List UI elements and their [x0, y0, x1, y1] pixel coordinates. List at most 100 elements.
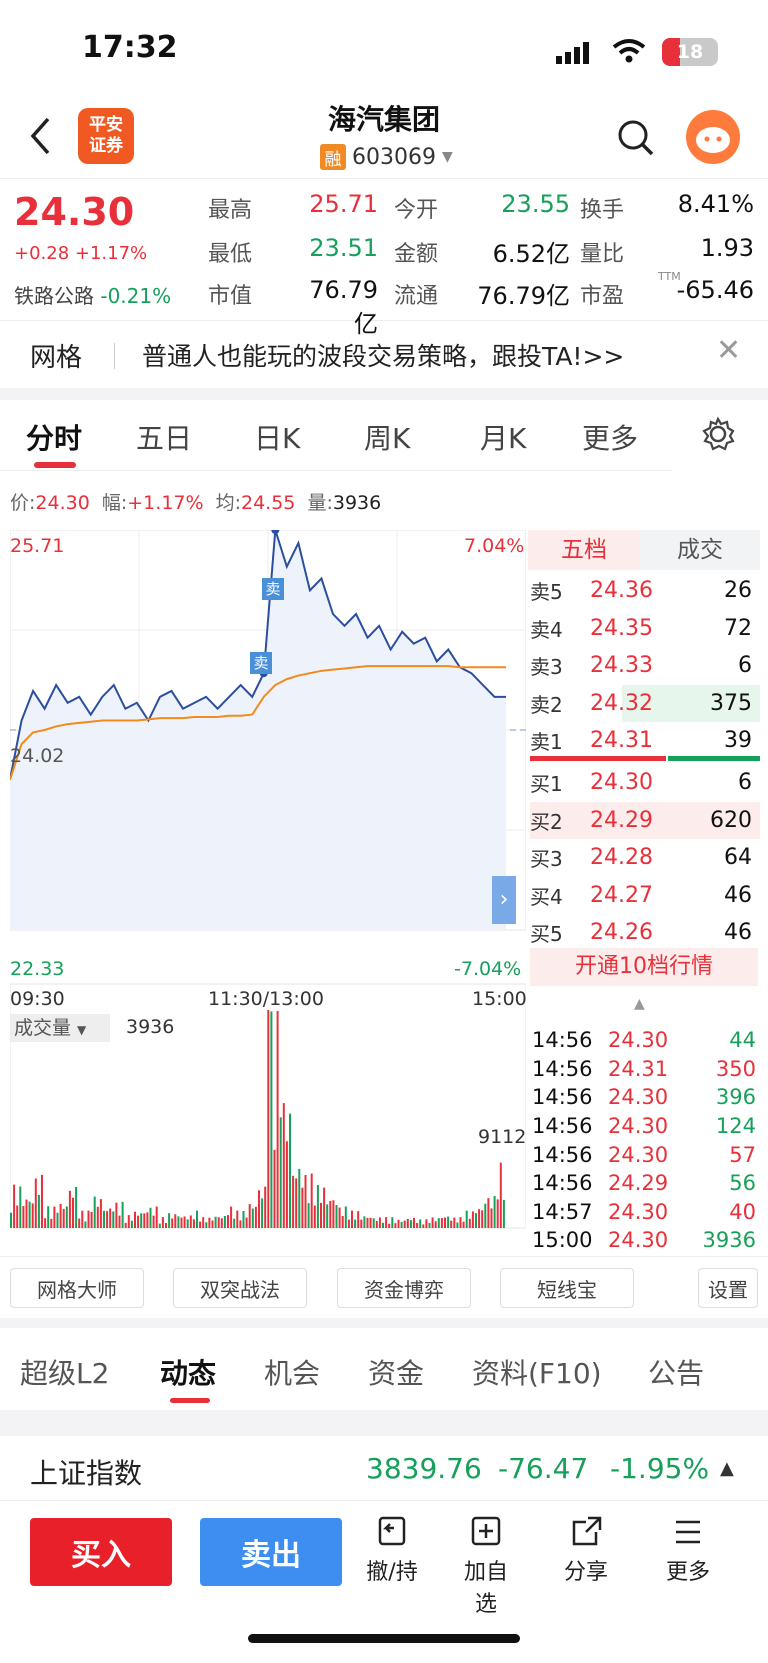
search-icon[interactable] [616, 118, 656, 158]
stat-label: 市盈 [580, 284, 625, 309]
tick-v: 57 [729, 1142, 756, 1167]
volume-bar [44, 1218, 47, 1228]
gear-icon[interactable] [700, 416, 736, 452]
orderbook-volume: 375 [710, 690, 752, 716]
tool-button-3[interactable]: 短线宝 [500, 1268, 634, 1308]
tab-1[interactable]: 五日 [136, 417, 192, 457]
sector-quote[interactable]: 铁路公路 -0.21% [14, 280, 171, 309]
orderbook-price: 24.30 [590, 770, 653, 795]
volume-bar [465, 1210, 468, 1228]
margin-badge: 融 [320, 144, 346, 170]
tool-button-2[interactable]: 资金博弈 [337, 1268, 471, 1308]
feature-tab-4[interactable]: 资料(F10) [472, 1352, 602, 1392]
orderbook-row[interactable]: 卖3 24.33 6 [530, 647, 760, 684]
tab-3[interactable]: 周K [364, 417, 410, 457]
volume-bar [409, 1220, 412, 1228]
orderbook-row[interactable]: 买2 24.29 620 [530, 801, 760, 839]
assistant-avatar[interactable] [686, 110, 740, 164]
volume-bar [295, 1178, 298, 1228]
volume-bar [363, 1216, 366, 1228]
volume-bar [481, 1210, 484, 1228]
volume-bar [19, 1186, 22, 1228]
volume-bar [81, 1210, 84, 1228]
volume-bar [118, 1215, 121, 1228]
index-ticker[interactable]: 上证指数 3839.76 -76.47 -1.95% ▲ [0, 1436, 768, 1500]
orderbook-row[interactable]: 卖1 24.31 39 [530, 722, 760, 759]
orderbook-row[interactable]: 买4 24.27 46 [530, 877, 760, 914]
bottom-action-label: 更多 [665, 1560, 710, 1585]
expand-chart-icon[interactable]: › [492, 876, 516, 924]
volume-bar [251, 1208, 254, 1228]
volume-bar [332, 1200, 335, 1228]
orderbook-row[interactable]: 卖2 24.32 375 [530, 684, 760, 722]
volume-bar [78, 1218, 81, 1228]
volume-bar [440, 1218, 443, 1228]
volume-bar [208, 1217, 211, 1228]
price-area [10, 530, 506, 930]
feature-tab-1[interactable]: 动态 [160, 1352, 216, 1392]
volume-selector[interactable]: 成交量 ▼ [10, 1014, 110, 1042]
intraday-chart[interactable] [10, 530, 526, 1260]
sell-marker[interactable]: 卖 [250, 652, 272, 674]
tab-trades[interactable]: 成交 [640, 530, 760, 570]
orderbook-row[interactable]: 买3 24.28 64 [530, 839, 760, 876]
orderbook-row[interactable]: 卖4 24.35 72 [530, 610, 760, 647]
tick-v: 396 [715, 1085, 756, 1110]
bottom-action-0[interactable]: 撤/持 [362, 1514, 422, 1586]
stock-code-selector[interactable]: 融 603069 ▼ [320, 144, 453, 170]
orderbook-price: 24.29 [590, 807, 653, 833]
tool-button-1[interactable]: 双突战法 [173, 1268, 307, 1308]
time-label-open: 09:30 [10, 988, 65, 1010]
sell-marker[interactable]: 卖 [262, 578, 284, 600]
index-value: 3839.76 [366, 1452, 482, 1485]
bottom-action-2[interactable]: 分享 [556, 1514, 616, 1586]
stat-value: 1.93 [700, 234, 754, 262]
volume-bar [236, 1210, 239, 1228]
volume-bar [106, 1211, 109, 1228]
tick-t: 14:56 [532, 1056, 593, 1081]
orderbook-price: 24.33 [590, 653, 653, 679]
more-icon [676, 1520, 700, 1544]
volume-bar [447, 1216, 450, 1228]
tab-4[interactable]: 月K [480, 417, 526, 457]
grid-promo-banner[interactable]: 网格 普通人也能玩的波段交易策略，跟投TA!>> ✕ [0, 320, 768, 388]
volume-bar [112, 1211, 115, 1228]
tool-button-4[interactable]: 设置 [698, 1268, 758, 1308]
tab-5[interactable]: 更多 [582, 417, 638, 457]
orderbook-level: 卖5 [530, 580, 563, 604]
feature-tab-5[interactable]: 公告 [648, 1352, 704, 1392]
orderbook-volume: 46 [724, 882, 752, 908]
buy-button[interactable]: 买入 [30, 1518, 172, 1586]
share-icon [572, 1516, 602, 1546]
tool-button-0[interactable]: 网格大师 [10, 1268, 144, 1308]
volume-bar [428, 1223, 431, 1228]
sell-button[interactable]: 卖出 [200, 1518, 342, 1586]
orderbook-row[interactable]: 买1 24.30 6 [530, 764, 760, 801]
stat-label: 换手 [580, 198, 625, 223]
bottom-action-3[interactable]: 更多 [658, 1514, 718, 1586]
tick-p: 24.30 [608, 1028, 669, 1053]
orderbook-price: 24.36 [590, 578, 653, 603]
orderbook-row[interactable]: 卖5 24.36 26 [530, 572, 760, 609]
tab-0[interactable]: 分时 [26, 417, 82, 457]
upgrade-level10-button[interactable]: 开通10档行情 [530, 948, 758, 986]
volume-bar [152, 1215, 155, 1228]
volume-bar [109, 1208, 112, 1228]
signal-icon [556, 42, 589, 64]
feature-tab-3[interactable]: 资金 [368, 1352, 424, 1392]
feature-tab-2[interactable]: 机会 [264, 1352, 320, 1392]
volume-bar [347, 1219, 350, 1228]
tab-five-level[interactable]: 五档 [528, 530, 640, 570]
bottom-action-1[interactable]: 加自选 [456, 1514, 516, 1618]
stat-value: 76.79亿 [477, 282, 570, 310]
orderbook-row[interactable]: 买5 24.26 46 [530, 914, 760, 951]
tick-v: 40 [729, 1199, 756, 1224]
feature-tab-0[interactable]: 超级L2 [20, 1352, 109, 1392]
volume-bar [143, 1213, 146, 1228]
home-indicator [248, 1634, 520, 1643]
tab-2[interactable]: 日K [254, 417, 300, 457]
volume-bar [289, 1113, 291, 1228]
volume-bar [360, 1219, 363, 1228]
volume-bar [267, 1010, 270, 1228]
close-icon[interactable]: ✕ [716, 333, 741, 368]
